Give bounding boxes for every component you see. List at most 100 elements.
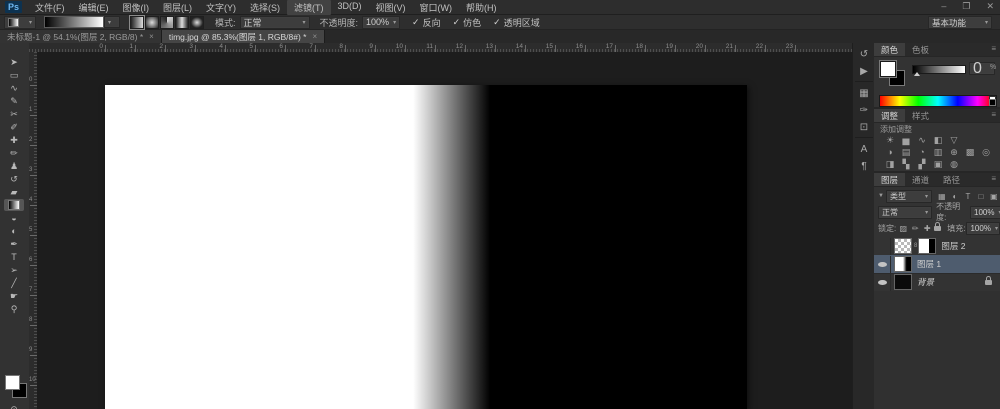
tab-颜色[interactable]: 颜色 (874, 43, 905, 56)
visibility-toggle[interactable] (874, 256, 891, 273)
selective-color-icon[interactable]: ▣ (932, 159, 944, 169)
gradient-picker-arrow[interactable]: ▾ (104, 16, 120, 28)
lasso-tool[interactable]: ∿ (4, 82, 24, 94)
tab-样式[interactable]: 样式 (905, 109, 936, 122)
spot-healing-brush-tool[interactable]: ✚ (4, 134, 24, 146)
filter-type-layers-icon[interactable]: T (963, 192, 973, 201)
history-brush-tool[interactable]: ↺ (4, 173, 24, 185)
color-spectrum-ramp[interactable] (879, 95, 997, 107)
menu-5[interactable]: 文字(Y) (199, 0, 243, 15)
workspace-selector[interactable]: 基本功能▾ (928, 16, 992, 29)
history-panel-icon[interactable]: ↺ (855, 47, 873, 62)
paragraph-panel-icon[interactable]: ¶ (855, 159, 873, 174)
grayscale-slider[interactable] (912, 65, 966, 74)
path-selection-tool[interactable]: ➢ (4, 264, 24, 276)
layer-name[interactable]: 图层 1 (917, 258, 941, 270)
hue-saturation-icon[interactable]: ◑ (884, 147, 896, 157)
pen-tool[interactable]: ✒ (4, 238, 24, 250)
channel-mixer-icon[interactable]: ⊕ (948, 147, 960, 157)
crop-tool[interactable]: ✂ (4, 108, 24, 120)
lock-position-icon[interactable]: ✚ (922, 224, 932, 233)
layer-filter-select[interactable]: 类型 ▾ (886, 190, 932, 203)
character-panel-icon[interactable]: A (855, 142, 873, 157)
tab-close-icon[interactable]: × (312, 32, 317, 41)
reflected-gradient-button[interactable] (175, 16, 189, 29)
gradient-tool[interactable] (4, 199, 24, 211)
tab-色板[interactable]: 色板 (905, 43, 936, 56)
restore-button[interactable]: ❐ (962, 0, 970, 13)
brush-panel-icon[interactable]: ✑ (855, 103, 873, 118)
brightness-contrast-icon[interactable]: ☀ (884, 135, 896, 145)
curves-icon[interactable]: ∿ (916, 135, 928, 145)
menu-8[interactable]: 3D(D) (331, 0, 369, 15)
quick-selection-tool[interactable]: ✎ (4, 95, 24, 107)
filter-shape-layers-icon[interactable]: □ (976, 192, 986, 201)
threshold-icon[interactable]: ▚ (900, 159, 912, 169)
layer-thumbnail[interactable] (894, 238, 912, 254)
radial-gradient-button[interactable] (145, 16, 159, 29)
menu-2[interactable]: 编辑(E) (72, 0, 116, 15)
blur-tool[interactable]: ◒ (4, 212, 24, 224)
lock-transparent-pixels-icon[interactable]: ▨ (898, 224, 908, 233)
gradient-map-icon[interactable]: ▞ (916, 159, 928, 169)
menu-4[interactable]: 图层(L) (156, 0, 199, 15)
dodge-tool[interactable]: ◐ (4, 225, 24, 237)
type-tool[interactable]: T (4, 251, 24, 263)
eraser-tool[interactable]: ▰ (4, 186, 24, 198)
levels-icon[interactable]: ▅ (900, 135, 912, 145)
line-tool[interactable]: ╱ (4, 277, 24, 289)
layer-mask-thumbnail[interactable] (918, 238, 936, 254)
menu-10[interactable]: 窗口(W) (413, 0, 460, 15)
menu-9[interactable]: 视图(V) (369, 0, 413, 15)
linear-gradient-button[interactable] (130, 16, 144, 29)
tool-preset-picker[interactable]: ▾ (4, 16, 36, 29)
document-tab-2[interactable]: timg.jpg @ 85.3%(图层 1, RGB/8#) *× (162, 30, 325, 43)
tab-close-icon[interactable]: × (149, 32, 154, 41)
foreground-color-swatch[interactable] (5, 375, 20, 390)
checkbox-仿色[interactable]: ✓仿色 (453, 16, 482, 29)
panel-menu-icon[interactable]: ≡ (987, 43, 1000, 56)
layer-row-1[interactable]: 图层 1 (874, 255, 1000, 274)
clone-stamp-tool[interactable]: ♟ (4, 160, 24, 172)
layer-row-background[interactable]: 背景 (874, 273, 1000, 292)
zoom-tool[interactable]: ⚲ (4, 303, 24, 315)
eyedropper-tool[interactable]: ✐ (4, 121, 24, 133)
layer-thumbnail[interactable] (894, 256, 912, 272)
black-white-icon[interactable]: ◔ (916, 147, 928, 157)
photo-filter-icon[interactable]: ▥ (932, 147, 944, 157)
rectangular-marquee-tool[interactable]: ▭ (4, 69, 24, 81)
close-button[interactable]: ✕ (986, 0, 994, 13)
invert-icon[interactable]: ◎ (980, 147, 992, 157)
layer-row-2[interactable]: 8 图层 2 (874, 237, 1000, 256)
layer-thumbnail[interactable] (894, 274, 912, 290)
color-balance-icon[interactable]: ▤ (900, 147, 912, 157)
quick-mask-button[interactable]: ⊙ (4, 403, 24, 409)
diamond-gradient-button[interactable] (190, 16, 204, 29)
adjustment-extra-icon[interactable]: ◍ (948, 159, 960, 169)
filter-pixel-layers-icon[interactable]: ▦ (937, 192, 947, 201)
tab-路径[interactable]: 路径 (936, 173, 967, 186)
checkbox-透明区域[interactable]: ✓透明区域 (493, 16, 540, 29)
blend-mode-select[interactable]: 正常 ▾ (878, 206, 932, 219)
visibility-toggle[interactable] (874, 274, 891, 291)
panel-menu-icon[interactable]: ≡ (987, 109, 1000, 122)
exposure-icon[interactable]: ◧ (932, 135, 944, 145)
brush-tool[interactable]: ✏ (4, 147, 24, 159)
mode-select[interactable]: 正常 ▾ (240, 16, 310, 29)
posterize-icon[interactable]: ◨ (884, 159, 896, 169)
color-lookup-icon[interactable]: ▩ (964, 147, 976, 157)
gradient-sample[interactable] (44, 16, 104, 28)
tab-通道[interactable]: 通道 (905, 173, 936, 186)
menu-6[interactable]: 选择(S) (243, 0, 287, 15)
layer-name[interactable]: 背景 (917, 276, 934, 288)
actions-panel-icon[interactable]: ▶ (855, 64, 873, 79)
lock-image-pixels-icon[interactable]: ✏ (910, 224, 920, 233)
gradient-editor[interactable]: ▾ (44, 16, 120, 28)
opacity-select[interactable]: 100% ▾ (362, 16, 400, 29)
move-tool[interactable]: ➤ (4, 56, 24, 68)
minimize-button[interactable]: – (941, 0, 946, 13)
hand-tool[interactable]: ☛ (4, 290, 24, 302)
angle-gradient-button[interactable] (160, 16, 174, 29)
tab-调整[interactable]: 调整 (874, 109, 905, 122)
vibrance-icon[interactable]: ▽ (948, 135, 960, 145)
